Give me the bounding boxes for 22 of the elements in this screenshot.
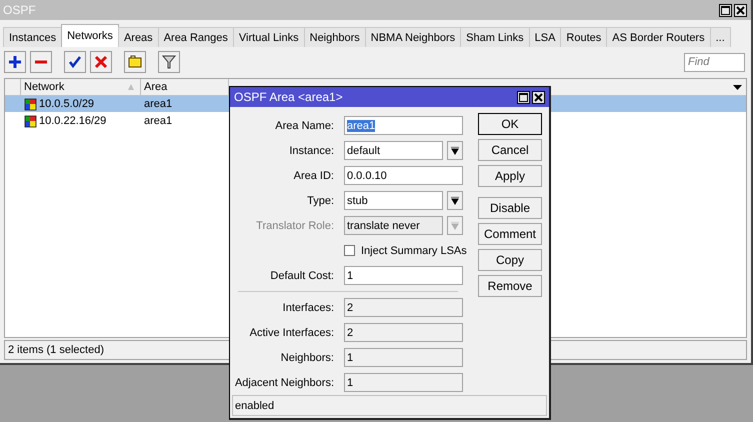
field-label: Area ID: (292, 170, 334, 182)
field-label: Instance: (288, 144, 334, 157)
dropdown-field: translate never (344, 216, 443, 236)
table-cell-text: area1 (143, 97, 174, 112)
dialog-title: OSPF Area <area1> (234, 90, 343, 104)
readonly-field: 1 (344, 373, 463, 392)
window-title: OSPF (3, 3, 36, 17)
status-bar: enabled (232, 395, 547, 416)
field-label: Default Cost: (269, 270, 334, 282)
table-cell: 10.0.5.0/29 (21, 96, 141, 112)
readonly-field: 2 (344, 323, 463, 342)
field-label: Translator Role: (255, 220, 334, 232)
field-label: Adjacent Neighbors: (234, 376, 334, 389)
field-label: Active Interfaces: (248, 326, 334, 339)
table-cell-text: area1 (143, 114, 174, 129)
readonly-field: 2 (344, 298, 463, 318)
table-cell: 10.0.22.16/29 (21, 113, 141, 129)
column-title: Network (24, 81, 64, 93)
field-label: Type: (306, 194, 334, 207)
field-label: Interfaces: (282, 302, 334, 314)
readonly-field: 1 (344, 348, 463, 368)
field-label: Area Name: (274, 120, 334, 132)
